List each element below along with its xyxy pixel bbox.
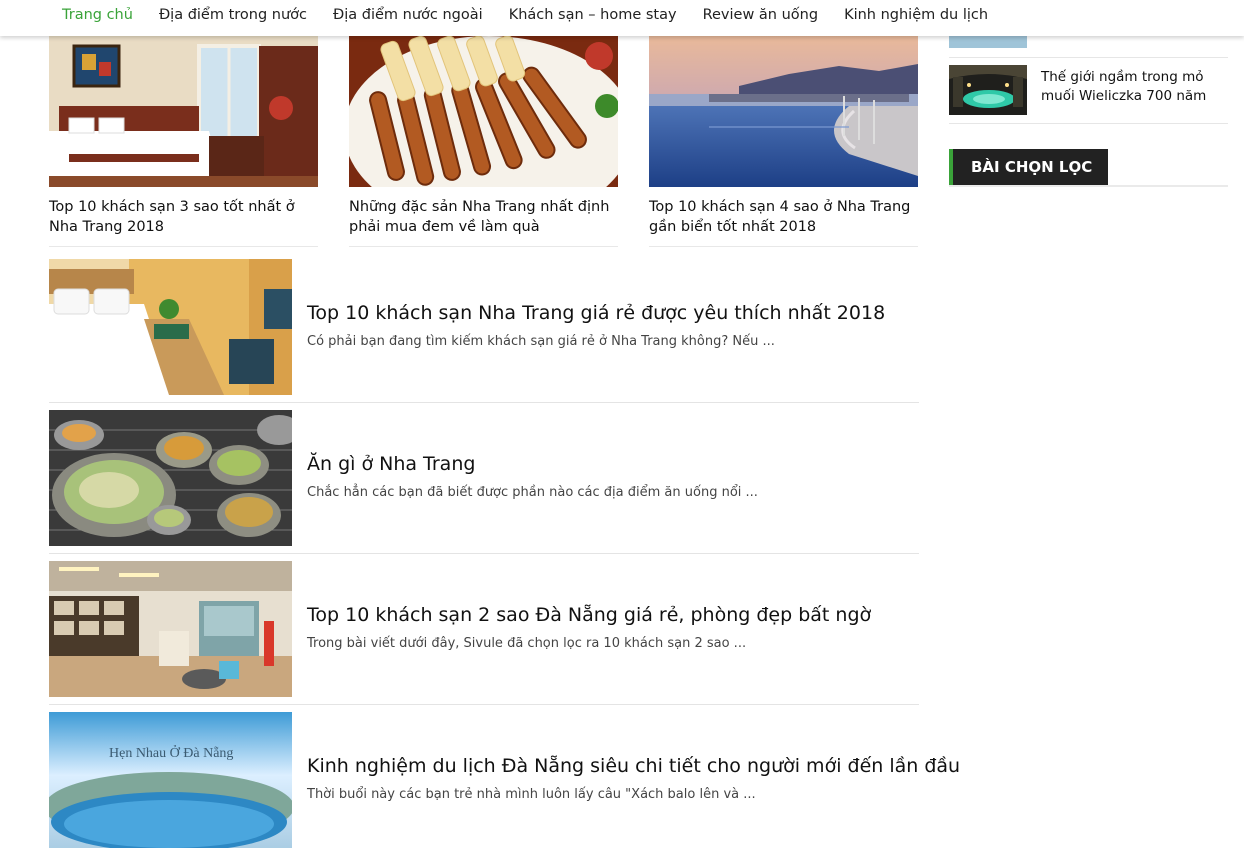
da-nang-bay-image[interactable]: Hẹn Nhau Ở Đà Nẵng bbox=[49, 712, 292, 848]
grilled-sausage-image[interactable] bbox=[349, 36, 618, 187]
list-post-title[interactable]: Kinh nghiệm du lịch Đà Nẵng siêu chi tiế… bbox=[307, 754, 960, 778]
list-post-item: Top 10 khách sạn Nha Trang giá rẻ được y… bbox=[49, 259, 919, 403]
nav-item-home[interactable]: Trang chủ bbox=[62, 0, 133, 30]
nav-menu: Trang chủ Địa điểm trong nước Địa điểm n… bbox=[49, 0, 1014, 30]
list-post-excerpt: Chắc hẳn các bạn đã biết được phần nào c… bbox=[307, 485, 758, 500]
list-post-item: Ăn gì ở Nha Trang Chắc hẳn các bạn đã bi… bbox=[49, 410, 919, 554]
grid-post-title[interactable]: Top 10 khách sạn 4 sao ở Nha Trang gần b… bbox=[649, 197, 918, 237]
divider bbox=[49, 553, 919, 554]
list-post-title[interactable]: Top 10 khách sạn 2 sao Đà Nẵng giá rẻ, p… bbox=[307, 603, 927, 627]
infinity-pool-image[interactable] bbox=[649, 36, 918, 187]
image-caption-text: Hẹn Nhau Ở Đà Nẵng bbox=[109, 744, 233, 761]
nav-item-food-review[interactable]: Review ăn uống bbox=[703, 0, 818, 30]
list-post-excerpt: Có phải bạn đang tìm kiếm khách sạn giá … bbox=[307, 334, 775, 349]
hotel-room-image[interactable] bbox=[49, 36, 318, 187]
grid-post-card[interactable]: Những đặc sản Nha Trang nhất định phải m… bbox=[349, 36, 618, 247]
main-navigation: Trang chủ Địa điểm trong nước Địa điểm n… bbox=[0, 0, 1244, 36]
sidebar-post-item: Thế giới ngầm trong mỏ muối Wieliczka 70… bbox=[949, 58, 1228, 124]
nav-item-hotels[interactable]: Khách sạn – home stay bbox=[509, 0, 677, 30]
grid-post-title[interactable]: Những đặc sản Nha Trang nhất định phải m… bbox=[349, 197, 618, 237]
nav-item-domestic[interactable]: Địa điểm trong nước bbox=[159, 0, 307, 30]
widget-title: BÀI CHỌN LỌC bbox=[949, 149, 1109, 185]
list-post-title[interactable]: Ăn gì ở Nha Trang bbox=[307, 452, 927, 476]
divider bbox=[949, 123, 1228, 124]
list-post-excerpt: Thời buổi này các bạn trẻ nhà mình luôn … bbox=[307, 787, 756, 802]
grid-post-title[interactable]: Top 10 khách sạn 3 sao tốt nhất ở Nha Tr… bbox=[49, 197, 318, 237]
featured-posts-widget-header: BÀI CHỌN LỌC bbox=[949, 149, 1228, 187]
divider bbox=[49, 246, 318, 247]
list-post-title[interactable]: Top 10 khách sạn Nha Trang giá rẻ được y… bbox=[307, 301, 927, 325]
grid-post-card[interactable]: Top 10 khách sạn 4 sao ở Nha Trang gần b… bbox=[649, 36, 918, 247]
list-post-excerpt: Trong bài viết dưới đây, Sivule đã chọn … bbox=[307, 636, 747, 651]
list-post-item: Top 10 khách sạn 2 sao Đà Nẵng giá rẻ, p… bbox=[49, 561, 919, 705]
divider bbox=[349, 246, 618, 247]
divider bbox=[49, 704, 919, 705]
nav-item-abroad[interactable]: Địa điểm nước ngoài bbox=[333, 0, 483, 30]
salt-mine-image[interactable] bbox=[949, 65, 1027, 115]
divider bbox=[949, 185, 1228, 187]
grilled-oysters-image[interactable] bbox=[49, 410, 292, 546]
divider bbox=[649, 246, 918, 247]
hotel-lobby-image[interactable] bbox=[49, 561, 292, 697]
sidebar-post-title[interactable]: Thế giới ngầm trong mỏ muối Wieliczka 70… bbox=[1041, 68, 1221, 106]
hotel-room-image[interactable] bbox=[49, 259, 292, 395]
grid-post-card[interactable]: Top 10 khách sạn 3 sao tốt nhất ở Nha Tr… bbox=[49, 36, 318, 247]
nav-item-travel-tips[interactable]: Kinh nghiệm du lịch bbox=[844, 0, 988, 30]
divider bbox=[49, 402, 919, 403]
list-post-item: Hẹn Nhau Ở Đà Nẵng Kinh nghiệm du lịch Đ… bbox=[49, 712, 960, 853]
